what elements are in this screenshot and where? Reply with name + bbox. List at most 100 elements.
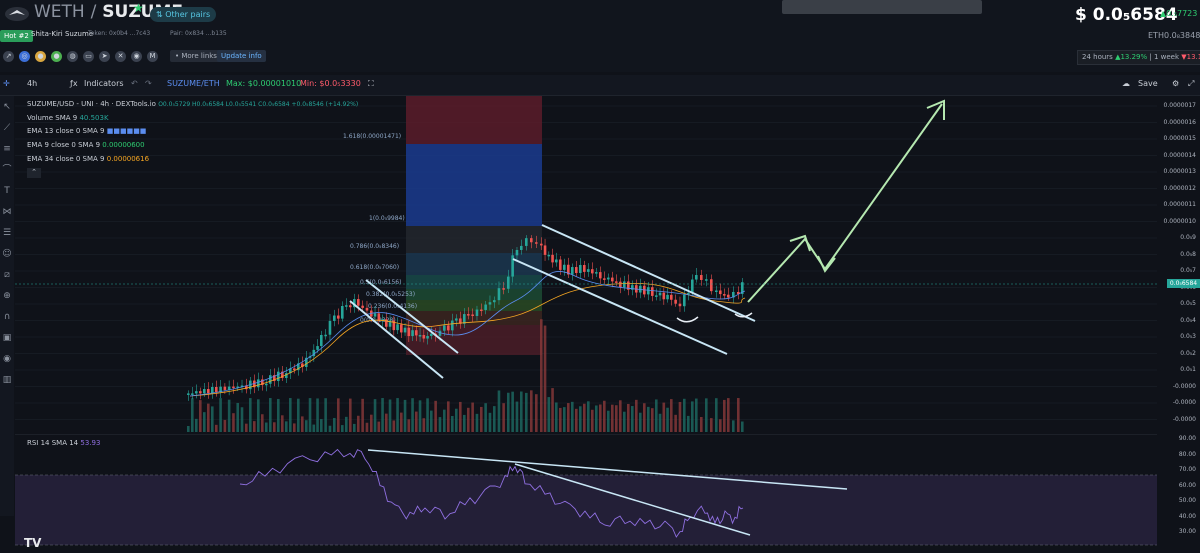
fib-icon[interactable]: ☰ xyxy=(2,228,12,238)
redo-icon[interactable]: ↷ xyxy=(145,79,152,88)
rsi-pane[interactable] xyxy=(15,434,1157,548)
etherscan-icon[interactable]: ◎ xyxy=(19,50,30,62)
lock-icon[interactable]: ▣ xyxy=(2,333,12,343)
twitter-icon[interactable]: ✕ xyxy=(115,50,126,62)
cmc-icon[interactable]: ● xyxy=(51,50,62,62)
volume-bar xyxy=(245,423,248,432)
candle-body xyxy=(710,279,713,292)
fib-zone-236 xyxy=(406,311,542,325)
candle-body xyxy=(207,388,210,394)
price-axis-label: 0.0₅5 xyxy=(1180,300,1196,307)
website-icon[interactable]: ▭ xyxy=(83,50,94,62)
volume-bar xyxy=(710,418,713,432)
change-24h-value: ▲13.29% xyxy=(1115,53,1148,61)
candle-body xyxy=(215,386,218,393)
candle-body xyxy=(333,315,336,321)
ema9-label: EMA 9 close 0 SMA 9 xyxy=(27,141,101,149)
candle-body xyxy=(195,391,198,394)
telegram-icon[interactable]: ➤ xyxy=(99,50,110,62)
candle-body xyxy=(683,294,686,307)
candle-body xyxy=(658,292,662,296)
legend-volume[interactable]: Volume SMA 9 40.503K xyxy=(27,114,109,122)
volume-bar xyxy=(651,408,654,432)
favorite-star-icon[interactable]: ★ xyxy=(133,1,144,15)
price-axis-label: 0.0₅1 xyxy=(1180,366,1196,373)
candle-body xyxy=(551,254,554,263)
emoji-icon[interactable]: ☺ xyxy=(2,249,12,259)
tradingview-logo-icon: TV xyxy=(24,536,42,550)
top-search-bar[interactable] xyxy=(782,0,982,14)
price-axis[interactable]: 0.0000017 0.0000016 0.0000015 0.0000014 0.00… xyxy=(1157,96,1200,432)
indicators-icon[interactable]: ƒx xyxy=(70,79,78,88)
globe-icon[interactable]: ◍ xyxy=(67,50,78,62)
fullscreen-expand-icon[interactable]: ⤢ xyxy=(1188,79,1194,89)
fullscreen-icon[interactable]: ⛶ xyxy=(368,79,374,89)
legend-ema34[interactable]: EMA 34 close 0 SMA 9 0.00000616 xyxy=(27,155,149,163)
candle-body xyxy=(563,264,566,270)
volume-bar xyxy=(249,398,252,432)
volume-bar xyxy=(407,419,411,432)
eye-icon[interactable]: ◉ xyxy=(2,354,12,364)
price-chart[interactable]: 1.618(0.00001471) 1(0.0₅9984) 0.786(0.0₅83… xyxy=(15,96,1157,432)
cursor-icon[interactable]: ↖ xyxy=(2,102,12,112)
trendline-icon[interactable]: ⟋ xyxy=(2,123,12,133)
horizontal-line-icon[interactable]: ≡ xyxy=(2,144,12,154)
coingecko-icon[interactable]: ● xyxy=(35,50,46,62)
pattern-icon[interactable]: ⋈ xyxy=(2,207,12,217)
update-info-button[interactable]: Update info xyxy=(217,50,266,62)
drawing-toolbar: ↖ ⟋ ≡ ⌒ T ⋈ ☰ ☺ ⧄ ⊕ ∩ ▣ ◉ ▥ xyxy=(0,96,14,516)
trash-icon[interactable]: ▥ xyxy=(2,375,12,385)
dextools-logo[interactable] xyxy=(4,6,30,22)
text-icon[interactable]: T xyxy=(2,186,12,196)
pair-toggle[interactable]: SUZUME/ETH xyxy=(167,79,220,88)
candle-body xyxy=(674,299,677,304)
other-pairs-button[interactable]: ⇅ Other pairs xyxy=(150,7,217,22)
volume-bar xyxy=(281,415,284,432)
candle-body xyxy=(324,334,327,337)
medium-icon[interactable]: M xyxy=(147,50,158,62)
undo-icon[interactable]: ↶ xyxy=(131,79,138,88)
crosshair-icon[interactable]: ✛ xyxy=(3,79,10,88)
indicators-button[interactable]: Indicators xyxy=(84,79,124,88)
candle-body xyxy=(705,279,708,281)
candle-body xyxy=(403,327,407,333)
eth-label: ETH xyxy=(1148,31,1164,40)
candle-body xyxy=(607,277,610,280)
rsi-axis[interactable]: 90.00 80.00 70.00 60.00 50.00 40.00 30.00 xyxy=(1157,434,1200,548)
min-price: Min: $0.0₅3330 xyxy=(300,79,361,88)
collapse-legend-icon[interactable]: ⌃ xyxy=(27,168,41,178)
ruler-icon[interactable]: ⧄ xyxy=(2,270,12,280)
volume-bar xyxy=(467,407,470,432)
eth-price: 0.0₈3848 xyxy=(1164,31,1200,40)
chart-grid xyxy=(15,105,1157,420)
candle-body xyxy=(502,288,505,290)
legend-ema9[interactable]: EMA 9 close 0 SMA 9 0.00000600 xyxy=(27,141,145,149)
volume-bar xyxy=(631,406,634,432)
volume-bar xyxy=(563,407,566,432)
fib-zone-5 xyxy=(406,289,542,300)
token-address[interactable]: Token: 0x0b4 ...7c43 xyxy=(88,30,150,37)
settings-gear-icon[interactable]: ⚙ xyxy=(1172,79,1179,88)
pair-address[interactable]: Pair: 0x834 ...b135 xyxy=(170,30,227,37)
more-links-button[interactable]: • More links xyxy=(170,50,222,62)
candle-body xyxy=(623,281,626,288)
candle-body xyxy=(571,267,574,275)
volume-bar xyxy=(587,401,590,432)
legend-ema13[interactable]: EMA 13 close 0 SMA 9 ■■■■■■ xyxy=(27,127,146,135)
rsi-legend[interactable]: RSI 14 SMA 14 53.93 xyxy=(27,439,100,447)
candle-body xyxy=(599,272,602,279)
brush-icon[interactable]: ⌒ xyxy=(2,165,12,175)
magnet-icon[interactable]: ∩ xyxy=(2,312,12,322)
discord-icon[interactable]: ◉ xyxy=(131,50,142,62)
timeframe-select[interactable]: 4h xyxy=(27,79,37,88)
fib-zone-382 xyxy=(406,300,542,311)
volume-bar xyxy=(365,422,369,432)
other-pairs-label: Other pairs xyxy=(165,10,211,19)
volume-bar xyxy=(357,415,360,432)
price-axis-label: -0.0000 xyxy=(1172,399,1196,406)
volume-bar xyxy=(670,399,673,432)
zoom-icon[interactable]: ⊕ xyxy=(2,291,12,301)
save-button[interactable]: Save xyxy=(1138,79,1158,88)
volume-bar xyxy=(232,413,235,432)
share-icon[interactable]: ↗ xyxy=(3,50,14,62)
